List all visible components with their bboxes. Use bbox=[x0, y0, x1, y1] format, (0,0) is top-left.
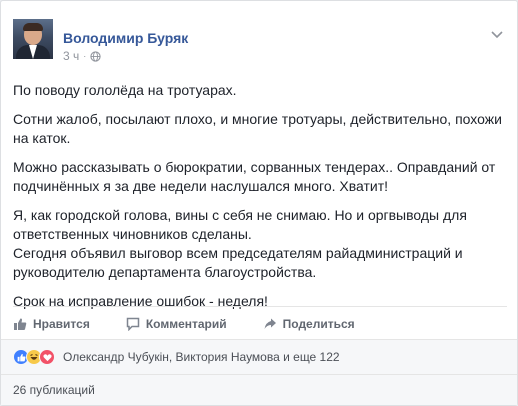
reaction-names[interactable]: Олександр Чубукін, Виктория Наумова и ещ… bbox=[63, 350, 340, 364]
globe-icon[interactable] bbox=[90, 50, 101, 62]
author-name[interactable]: Володимир Буряк bbox=[63, 30, 188, 46]
thumbs-up-icon bbox=[14, 317, 27, 330]
separator-dot: · bbox=[83, 51, 87, 61]
shares-count[interactable]: 26 публикаций bbox=[13, 383, 95, 397]
comment-icon bbox=[126, 317, 140, 331]
share-arrow-icon bbox=[264, 318, 276, 329]
love-reaction-icon bbox=[39, 349, 55, 365]
reaction-icons bbox=[13, 349, 55, 365]
post-card: Володимир Буряк 3 ч · По поводу гололёда… bbox=[0, 0, 518, 406]
comment-label: Комментарий bbox=[145, 316, 227, 331]
like-label: Нравится bbox=[33, 316, 90, 331]
shares-row: 26 публикаций bbox=[1, 374, 517, 405]
post-paragraph: По поводу гололёда на тротуарах. bbox=[13, 82, 237, 98]
post-actions: Нравится Комментарий Поделиться bbox=[13, 306, 507, 338]
share-button[interactable]: Поделиться bbox=[263, 315, 355, 331]
avatar[interactable] bbox=[13, 19, 53, 59]
post-time[interactable]: 3 ч bbox=[63, 49, 79, 63]
post-paragraph: Можно рассказывать о бюрократии, сорванн… bbox=[13, 159, 496, 194]
post-paragraph: Я, как городской голова, вины с себя не … bbox=[13, 207, 467, 242]
comment-button[interactable]: Комментарий bbox=[126, 315, 227, 331]
post-paragraph: Сегодня объявил выговор всем председател… bbox=[13, 245, 463, 280]
post-paragraph: Сотни жалоб, посылают плохо, и многие тр… bbox=[13, 111, 502, 146]
post-meta: 3 ч · bbox=[63, 49, 101, 63]
share-label: Поделиться bbox=[282, 316, 355, 331]
post-text: По поводу гололёда на тротуарах. Сотни ж… bbox=[13, 81, 507, 321]
like-button[interactable]: Нравится bbox=[13, 315, 90, 331]
reactions-summary[interactable]: Олександр Чубукін, Виктория Наумова и ещ… bbox=[1, 339, 517, 374]
chevron-down-icon[interactable] bbox=[491, 31, 503, 39]
